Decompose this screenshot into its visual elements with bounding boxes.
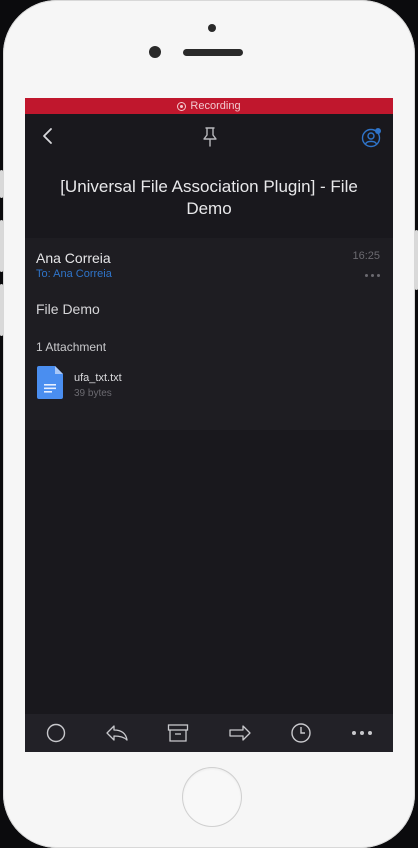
account-icon[interactable] [361, 126, 383, 153]
proximity-sensor [208, 24, 216, 32]
message-body: File Demo [36, 301, 100, 317]
forward-icon[interactable] [209, 714, 270, 752]
reply-icon[interactable] [86, 714, 147, 752]
attachment-count: 1 Attachment [36, 340, 107, 354]
pin-icon[interactable] [202, 126, 218, 153]
recipient-line[interactable]: To: Ana Correia [36, 268, 112, 280]
more-icon[interactable] [332, 714, 393, 752]
message-card: Ana Correia To: Ana Correia 16:25 File D… [25, 238, 393, 430]
message-time: 16:25 [352, 250, 380, 262]
record-icon [177, 101, 187, 111]
attachment-item[interactable]: ufa_txt.txt 39 bytes [37, 366, 237, 402]
attachment-name: ufa_txt.txt [74, 372, 122, 384]
earpiece-speaker [183, 49, 243, 56]
clock-icon[interactable] [270, 714, 331, 752]
sender-name[interactable]: Ana Correia [36, 250, 111, 266]
message-more-icon[interactable] [365, 274, 380, 277]
front-camera [149, 46, 161, 58]
circle-icon[interactable] [25, 714, 86, 752]
attachment-size: 39 bytes [74, 388, 112, 399]
volume-up-button [0, 220, 3, 272]
archive-icon[interactable] [148, 714, 209, 752]
home-button[interactable] [183, 768, 241, 826]
mute-switch [0, 170, 3, 198]
text-file-icon [37, 366, 63, 404]
recording-bar[interactable]: Recording [25, 98, 393, 114]
subject-header: [Universal File Association Plugin] - Fi… [25, 162, 393, 234]
chevron-left-icon[interactable] [41, 126, 55, 151]
navbar [25, 114, 393, 162]
recording-label: Recording [190, 100, 241, 112]
message-subject: [Universal File Association Plugin] - Fi… [60, 177, 358, 218]
bottom-toolbar [25, 714, 393, 752]
app-screen: Recording [Universal File Association Pl… [25, 98, 393, 752]
volume-down-button [0, 284, 3, 336]
